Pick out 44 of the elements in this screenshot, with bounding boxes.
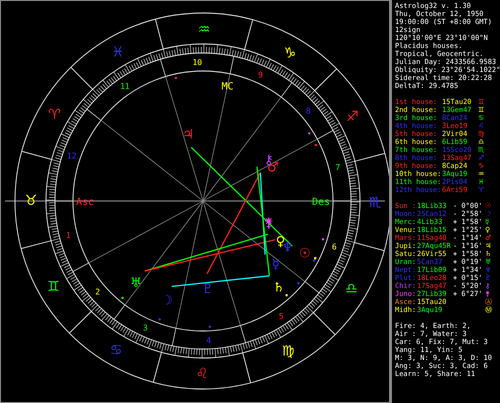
planet-glyph: ☉ xyxy=(298,246,311,262)
planet-marker-dot xyxy=(208,326,212,328)
angle-label: Asc xyxy=(76,197,94,208)
zodiac-sign-glyph: ♋ xyxy=(110,342,122,358)
zodiac-sign-glyph: ♍ xyxy=(282,343,294,360)
house-number: 6 xyxy=(332,242,337,252)
zodiac-sign-glyph: ♓ xyxy=(112,44,124,61)
house-number: 10 xyxy=(192,58,202,68)
planet-marker-dot xyxy=(158,318,161,320)
zodiac-sign-glyph: ♐ xyxy=(346,108,359,125)
planet-marker-dot xyxy=(308,132,311,135)
planet-glyph: ☽ xyxy=(161,294,173,309)
house-number: 5 xyxy=(278,312,284,321)
planet-marker-dot xyxy=(314,144,318,146)
zodiac-sign-glyph: ♈ xyxy=(48,107,61,124)
house-number: 2 xyxy=(95,288,100,297)
zodiac-sign-glyph: ♎ xyxy=(345,280,358,297)
planet-marker-dot xyxy=(322,238,324,240)
planet-glyph: ♄ xyxy=(272,280,284,296)
planet-glyph: ♅ xyxy=(130,276,142,291)
house-number: 9 xyxy=(258,70,263,80)
zodiac-sign-glyph: ♏ xyxy=(368,195,382,211)
planet-glyph: ♀ xyxy=(276,234,286,250)
planet-marker-dot xyxy=(285,294,288,296)
house-number: 4 xyxy=(206,336,212,345)
zodiac-sign-glyph: ♑ xyxy=(284,46,296,62)
house-number: 8 xyxy=(306,106,311,116)
angle-label: Des xyxy=(312,197,330,208)
zodiac-sign-glyph: ♌ xyxy=(196,366,208,382)
house-number: 12 xyxy=(66,151,77,160)
house-number: 7 xyxy=(335,162,340,172)
house-number: 3 xyxy=(143,324,148,332)
house-number: 11 xyxy=(120,82,130,92)
zodiac-sign-glyph: ♒ xyxy=(198,22,210,38)
house-number: 1 xyxy=(66,231,71,240)
planet-glyph: ♇ xyxy=(202,282,214,297)
planet-glyph: ☿ xyxy=(272,258,280,273)
angle-label: MC xyxy=(222,82,234,93)
zodiac-sign-glyph: ♉ xyxy=(24,193,38,209)
zodiac-sign-glyph: ♊ xyxy=(47,279,60,296)
planet-glyph: ♃ xyxy=(182,128,194,143)
planet-marker-dot xyxy=(174,76,178,80)
planet-marker-dot xyxy=(121,296,124,300)
planet-marker-dot xyxy=(297,282,300,284)
